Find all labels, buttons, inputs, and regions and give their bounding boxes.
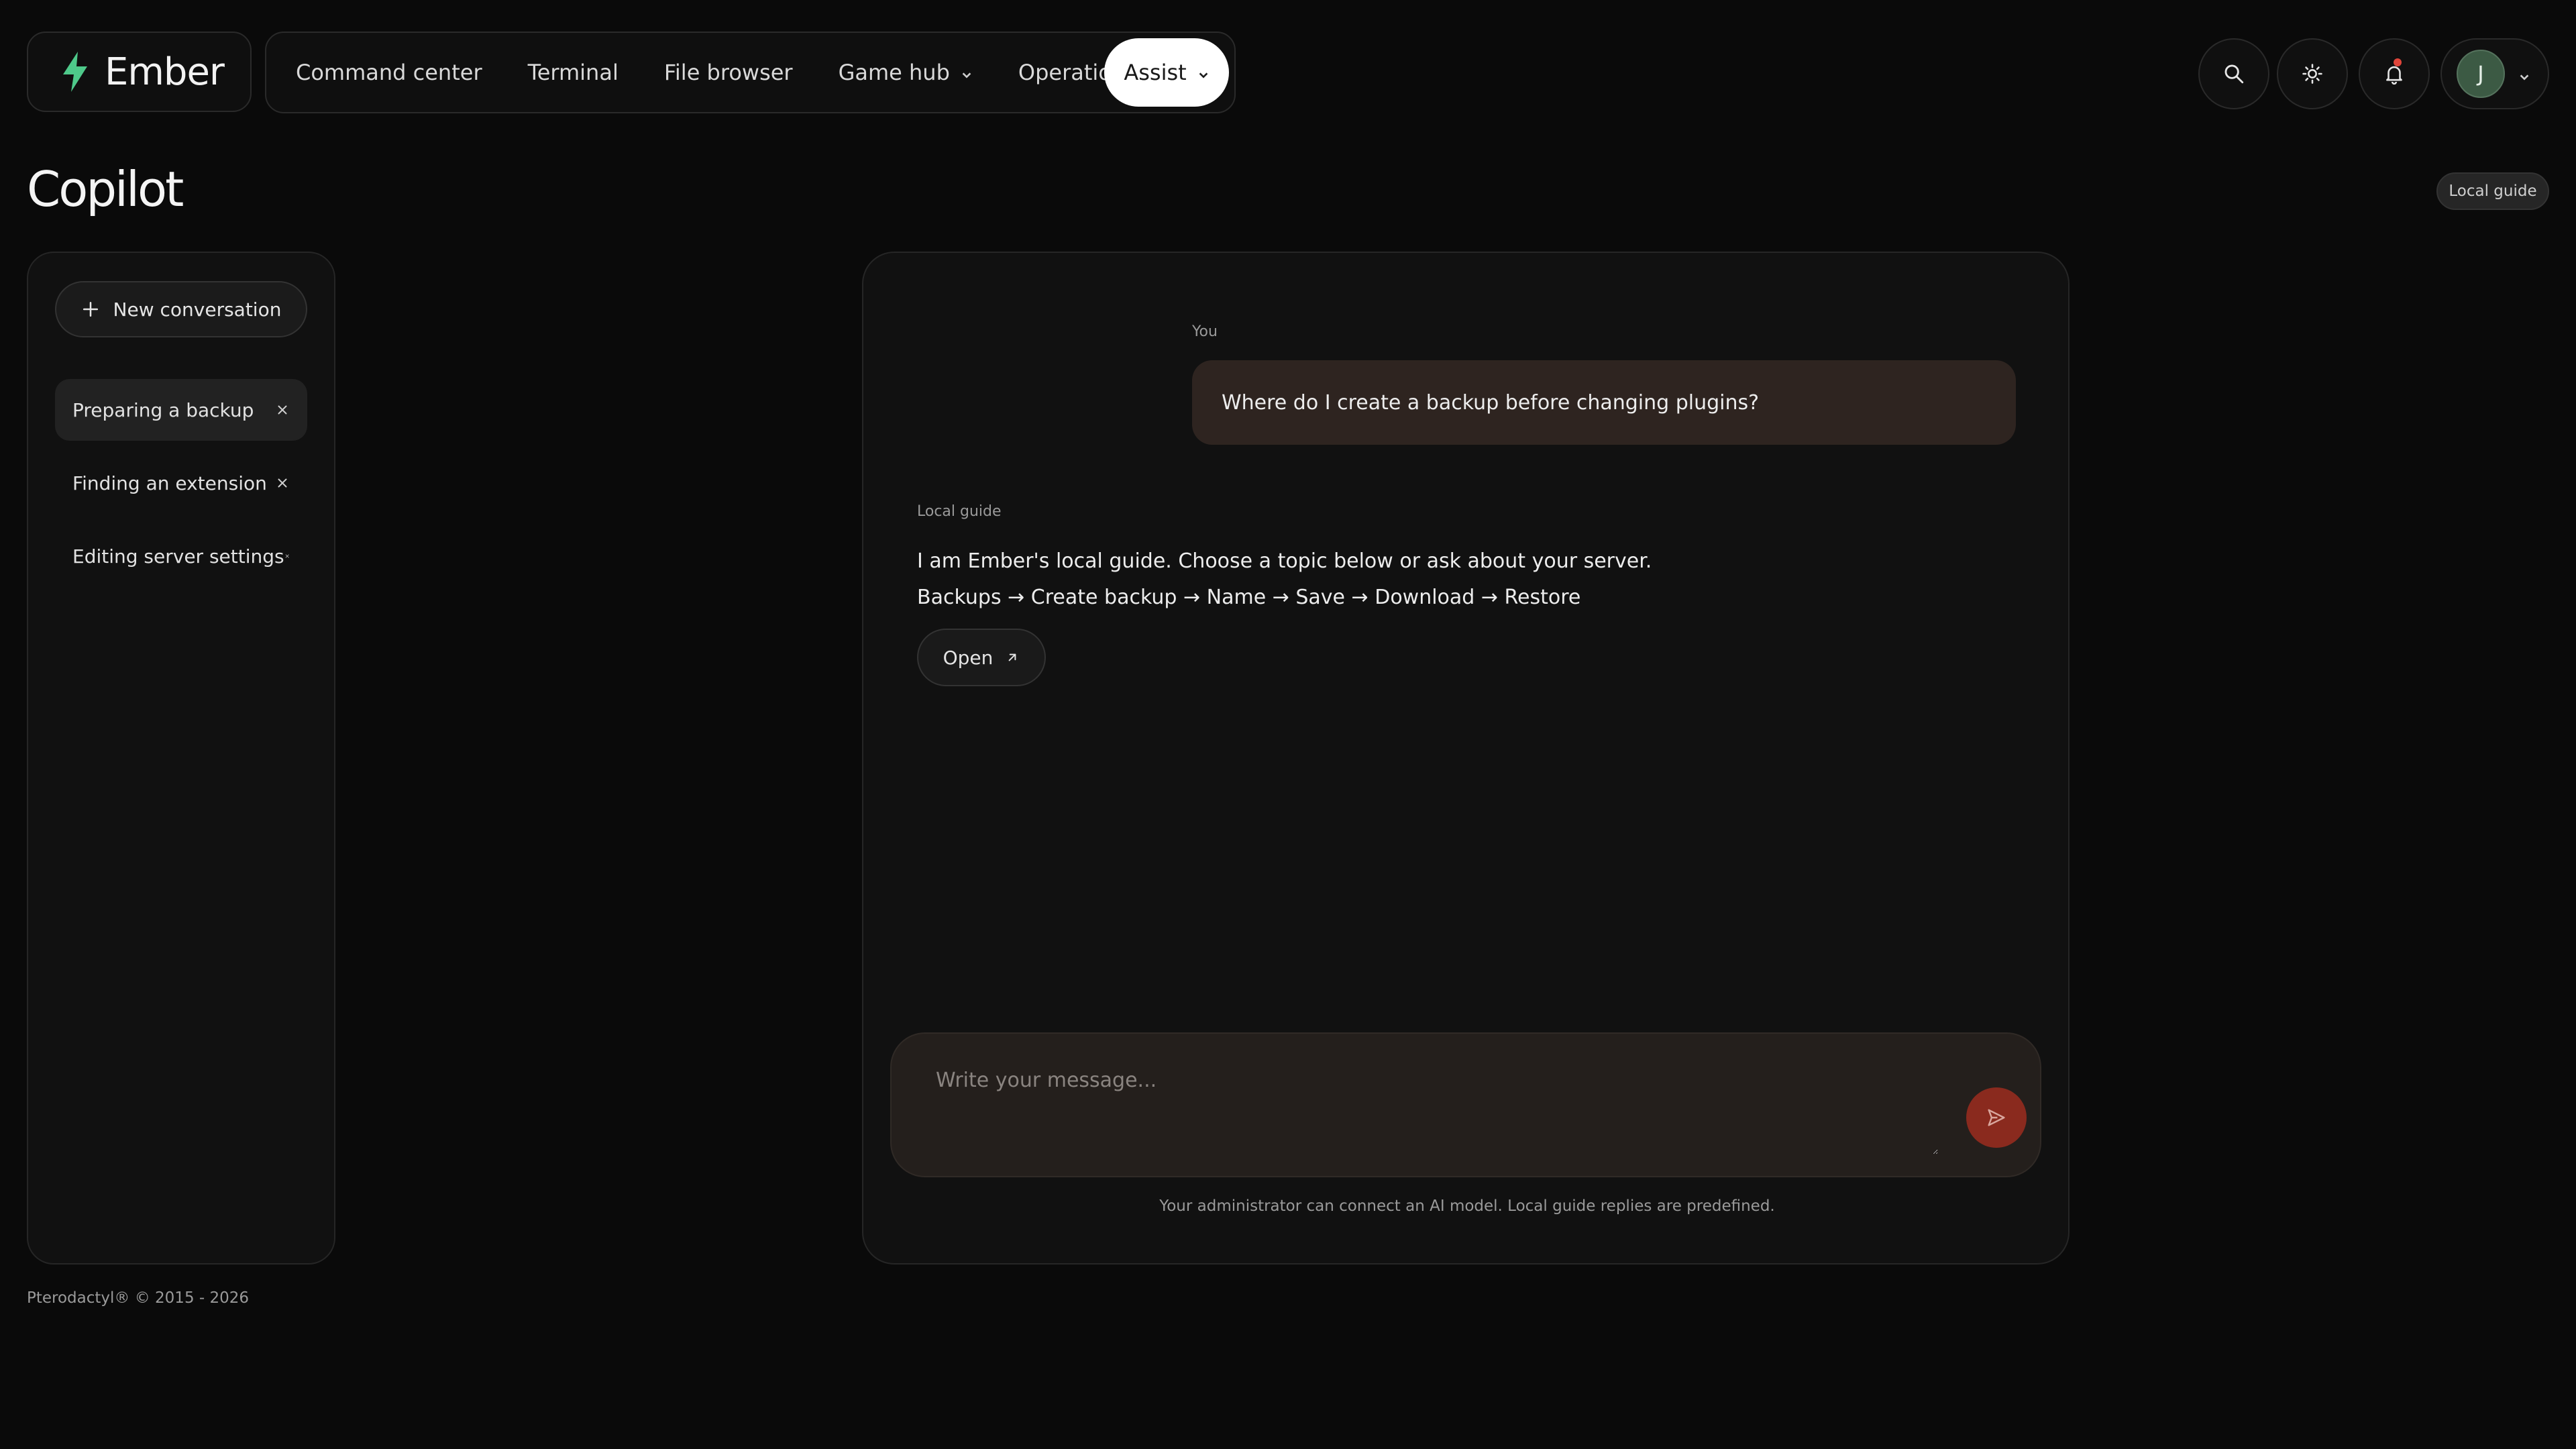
nav-label: Game hub	[838, 60, 950, 85]
nav-label: Terminal	[527, 60, 619, 85]
open-label: Open	[943, 646, 994, 669]
guide-message: I am Ember's local guide. Choose a topic…	[917, 543, 1652, 616]
plus-icon	[83, 301, 98, 317]
conversation-sidebar: New conversation Preparing a backup Find…	[27, 252, 335, 1265]
user-message-text: Where do I create a backup before changi…	[1222, 390, 1760, 415]
conversation-item[interactable]: Finding an extension	[55, 452, 307, 514]
message-composer	[890, 1032, 2041, 1177]
user-message-author: You	[1192, 323, 1218, 340]
nav-label: Command center	[296, 60, 482, 85]
brand-logo[interactable]: Ember	[27, 32, 252, 112]
main-nav: Command center Terminal File browser Gam…	[265, 32, 1236, 113]
bolt-icon	[63, 52, 87, 92]
conversation-label: Editing server settings	[72, 545, 284, 568]
notification-dot	[2394, 58, 2402, 66]
avatar: J	[2457, 50, 2505, 98]
guide-message-author: Local guide	[917, 503, 1002, 520]
arrow-up-right-icon	[1009, 653, 1016, 661]
sun-icon	[2302, 64, 2322, 84]
bell-icon	[2386, 66, 2402, 85]
notifications-button[interactable]	[2359, 38, 2430, 109]
theme-toggle-button[interactable]	[2277, 38, 2348, 109]
nav-game-hub[interactable]: Game hub	[839, 60, 973, 85]
conversation-label: Preparing a backup	[72, 398, 254, 421]
conversation-item[interactable]: Editing server settings	[55, 525, 307, 587]
brand-name: Ember	[105, 50, 225, 94]
search-icon	[2224, 64, 2244, 84]
mode-badge: Local guide	[2436, 172, 2549, 210]
send-button[interactable]	[1966, 1087, 2027, 1148]
ai-disclaimer: Your administrator can connect an AI mod…	[1159, 1197, 1775, 1215]
chat-panel: You Where do I create a backup before ch…	[862, 252, 2070, 1265]
user-menu-button[interactable]: J	[2440, 38, 2549, 109]
guide-message-text: I am Ember's local guide. Choose a topic…	[917, 549, 1652, 573]
chevron-down-icon	[1199, 72, 1208, 78]
user-message-bubble: Where do I create a backup before changi…	[1192, 360, 2016, 445]
send-icon	[1988, 1109, 2005, 1126]
message-input[interactable]	[934, 1067, 1938, 1155]
conversation-label: Finding an extension	[72, 472, 267, 494]
open-link-button[interactable]: Open	[917, 629, 1046, 686]
nav-terminal[interactable]: Terminal	[528, 60, 619, 85]
nav-file-browser[interactable]: File browser	[664, 60, 793, 85]
nav-label: File browser	[663, 60, 793, 85]
new-conversation-button[interactable]: New conversation	[55, 281, 307, 337]
conversation-item[interactable]: Preparing a backup	[55, 379, 307, 441]
close-icon[interactable]	[275, 476, 290, 490]
guide-steps-text: Backups → Create backup → Name → Save → …	[917, 586, 1581, 609]
close-icon[interactable]	[284, 549, 290, 564]
nav-label: Assist	[1124, 60, 1187, 85]
nav-assist[interactable]: Assist	[1104, 38, 1229, 107]
nav-command-center[interactable]: Command center	[296, 60, 482, 85]
page-title: Copilot	[27, 161, 184, 217]
chevron-down-icon	[962, 72, 971, 78]
chevron-down-icon	[2520, 74, 2529, 80]
footer-copyright: Pterodactyl® © 2015 - 2026	[27, 1289, 250, 1307]
close-icon[interactable]	[275, 402, 290, 417]
new-conversation-label: New conversation	[113, 298, 282, 321]
search-button[interactable]	[2198, 38, 2269, 109]
